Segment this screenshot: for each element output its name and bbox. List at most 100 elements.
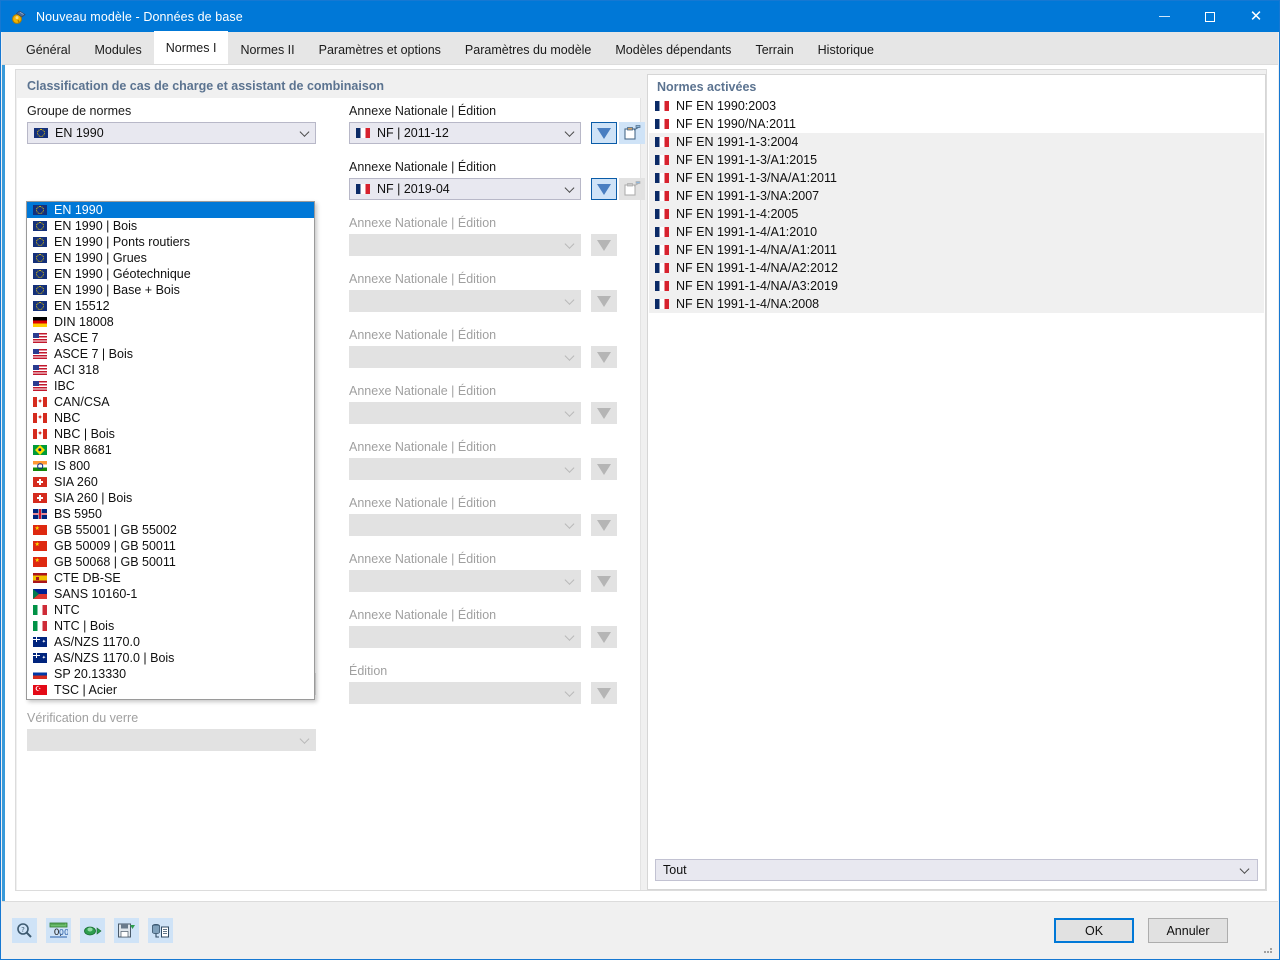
activated-standard-row[interactable]: NF EN 1991-1-4/A1:2010 xyxy=(649,223,1264,241)
filter-button-2[interactable] xyxy=(591,178,617,200)
dropdown-option[interactable]: AS/NZS 1170.0 | Bois xyxy=(27,650,314,666)
dropdown-option[interactable]: IS 800 xyxy=(27,458,314,474)
dropdown-option[interactable]: ASCE 7 xyxy=(27,330,314,346)
glass-check-combo[interactable] xyxy=(27,729,316,751)
national-annex-combo-7[interactable] xyxy=(349,458,581,480)
run-model-icon xyxy=(83,922,102,939)
national-annex-combo-11[interactable] xyxy=(349,682,581,704)
help-magnifier-button[interactable]: ? xyxy=(12,918,37,943)
tab-param-tres-du-mod-le[interactable]: Paramètres du modèle xyxy=(453,36,603,64)
filter-button-6[interactable] xyxy=(591,402,617,424)
tab-g-n-ral[interactable]: Général xyxy=(14,36,82,64)
dropdown-option[interactable]: EN 1990 | Bois xyxy=(27,218,314,234)
dropdown-option[interactable]: EN 1990 | Ponts routiers xyxy=(27,234,314,250)
cancel-button[interactable]: Annuler xyxy=(1148,918,1228,943)
activated-standard-row[interactable]: NF EN 1991-1-4/NA/A2:2012 xyxy=(649,259,1264,277)
national-annex-combo-9[interactable] xyxy=(349,570,581,592)
dropdown-option[interactable]: GB 50068 | GB 50011 xyxy=(27,554,314,570)
national-annex-combo-5[interactable] xyxy=(349,346,581,368)
copy-data-button[interactable] xyxy=(148,918,173,943)
fr-flag-icon xyxy=(655,227,669,237)
dropdown-option[interactable]: CTE DB-SE xyxy=(27,570,314,586)
activated-standard-row[interactable]: NF EN 1991-1-4/NA/A3:2019 xyxy=(649,277,1264,295)
national-annex-combo-3[interactable] xyxy=(349,234,581,256)
national-annex-combo-10[interactable] xyxy=(349,626,581,648)
dropdown-option[interactable]: EN 1990 | Base + Bois xyxy=(27,282,314,298)
filter-button-4[interactable] xyxy=(591,290,617,312)
dropdown-option[interactable]: EN 1990 | Géotechnique xyxy=(27,266,314,282)
dropdown-option[interactable]: EN 15512 xyxy=(27,298,314,314)
filter-button-8[interactable] xyxy=(591,514,617,536)
dropdown-option[interactable]: BS 5950 xyxy=(27,506,314,522)
tab-normes-ii[interactable]: Normes II xyxy=(228,36,306,64)
dropdown-option[interactable]: GB 55001 | GB 55002 xyxy=(27,522,314,538)
activated-standard-row[interactable]: NF EN 1991-1-4/NA/A1:2011 xyxy=(649,241,1264,259)
annex-properties-button-1[interactable] xyxy=(619,122,645,144)
dropdown-option[interactable]: AS/NZS 1170.0 xyxy=(27,634,314,650)
tab-historique[interactable]: Historique xyxy=(806,36,886,64)
dropdown-option[interactable]: NBR 8681 xyxy=(27,442,314,458)
activated-standard-row[interactable]: NF EN 1991-1-4/NA:2008 xyxy=(649,295,1264,313)
tab-terrain[interactable]: Terrain xyxy=(743,36,805,64)
tab-param-tres-et-options[interactable]: Paramètres et options xyxy=(307,36,453,64)
filter-button-1[interactable] xyxy=(591,122,617,144)
activated-standard-row[interactable]: NF EN 1990/NA:2011 xyxy=(649,115,1264,133)
filter-button-10[interactable] xyxy=(591,626,617,648)
dropdown-option[interactable]: CAN/CSA xyxy=(27,394,314,410)
dropdown-option[interactable]: SANS 10160-1 xyxy=(27,586,314,602)
dropdown-option[interactable]: EN 1990 | Grues xyxy=(27,250,314,266)
annex-properties-button-2[interactable] xyxy=(619,178,645,200)
ok-button[interactable]: OK xyxy=(1054,918,1134,943)
dropdown-option[interactable]: NBC xyxy=(27,410,314,426)
activated-standard-row[interactable]: NF EN 1991-1-3/NA/A1:2011 xyxy=(649,169,1264,187)
national-annex-combo-6[interactable] xyxy=(349,402,581,424)
window-controls: ✕ xyxy=(1141,1,1279,32)
dropdown-option[interactable]: ACI 318 xyxy=(27,362,314,378)
dropdown-option[interactable]: SIA 260 | Bois xyxy=(27,490,314,506)
dropdown-option[interactable]: TSC | Acier xyxy=(27,682,314,698)
filter-button-7[interactable] xyxy=(591,458,617,480)
ca-flag-icon xyxy=(33,429,47,439)
dropdown-option[interactable]: IBC xyxy=(27,378,314,394)
chevron-down-icon xyxy=(565,631,575,641)
national-annex-combo-2[interactable]: NF | 2019-04 xyxy=(349,178,581,200)
national-annex-combo-8[interactable] xyxy=(349,514,581,536)
activated-standard-row[interactable]: NF EN 1991-1-4:2005 xyxy=(649,205,1264,223)
filter-button-11[interactable] xyxy=(591,682,617,704)
activated-standard-row[interactable]: NF EN 1991-1-3/NA:2007 xyxy=(649,187,1264,205)
standards-filter-combo[interactable]: Tout xyxy=(655,859,1258,881)
national-annex-combo-1[interactable]: NF | 2011-12 xyxy=(349,122,581,144)
group-title: Classification de cas de charge et assis… xyxy=(27,79,384,93)
chevron-down-icon xyxy=(565,239,575,249)
run-model-button[interactable] xyxy=(80,918,105,943)
national-annex-combo-4[interactable] xyxy=(349,290,581,312)
activated-standard-row[interactable]: NF EN 1991-1-3/A1:2015 xyxy=(649,151,1264,169)
tab-mod-les-d-pendants[interactable]: Modèles dépendants xyxy=(603,36,743,64)
activated-standard-row[interactable]: NF EN 1991-1-3:2004 xyxy=(649,133,1264,151)
dropdown-option[interactable]: ASCE 7 | Bois xyxy=(27,346,314,362)
filter-button-3[interactable] xyxy=(591,234,617,256)
units-decimal-button[interactable]: 0, 00 xyxy=(46,918,71,943)
resize-grip-icon[interactable] xyxy=(1262,943,1274,955)
dropdown-option[interactable]: NTC xyxy=(27,602,314,618)
dropdown-option[interactable]: SIA 260 xyxy=(27,474,314,490)
minimize-button[interactable] xyxy=(1141,1,1187,32)
save-template-button[interactable] xyxy=(114,918,139,943)
dropdown-option[interactable]: DIN 18008 xyxy=(27,314,314,330)
standard-group-combo[interactable]: EN 1990 xyxy=(27,122,316,144)
tab-modules[interactable]: Modules xyxy=(82,36,153,64)
filter-button-9[interactable] xyxy=(591,570,617,592)
dropdown-option[interactable]: SP 20.13330 xyxy=(27,666,314,682)
standard-group-dropdown-list[interactable]: EN 1990EN 1990 | BoisEN 1990 | Ponts rou… xyxy=(26,201,315,700)
tab-normes-i[interactable]: Normes I xyxy=(154,31,229,64)
dropdown-option[interactable]: NBC | Bois xyxy=(27,426,314,442)
in-flag-icon xyxy=(33,461,47,471)
activated-standard-row[interactable]: NF EN 1990:2003 xyxy=(649,97,1264,115)
close-button[interactable]: ✕ xyxy=(1233,1,1279,32)
dropdown-option[interactable]: GB 50009 | GB 50011 xyxy=(27,538,314,554)
dropdown-option[interactable]: NTC | Bois xyxy=(27,618,314,634)
chevron-down-icon xyxy=(565,687,575,697)
dropdown-option[interactable]: EN 1990 xyxy=(27,202,314,218)
maximize-button[interactable] xyxy=(1187,1,1233,32)
filter-button-5[interactable] xyxy=(591,346,617,368)
